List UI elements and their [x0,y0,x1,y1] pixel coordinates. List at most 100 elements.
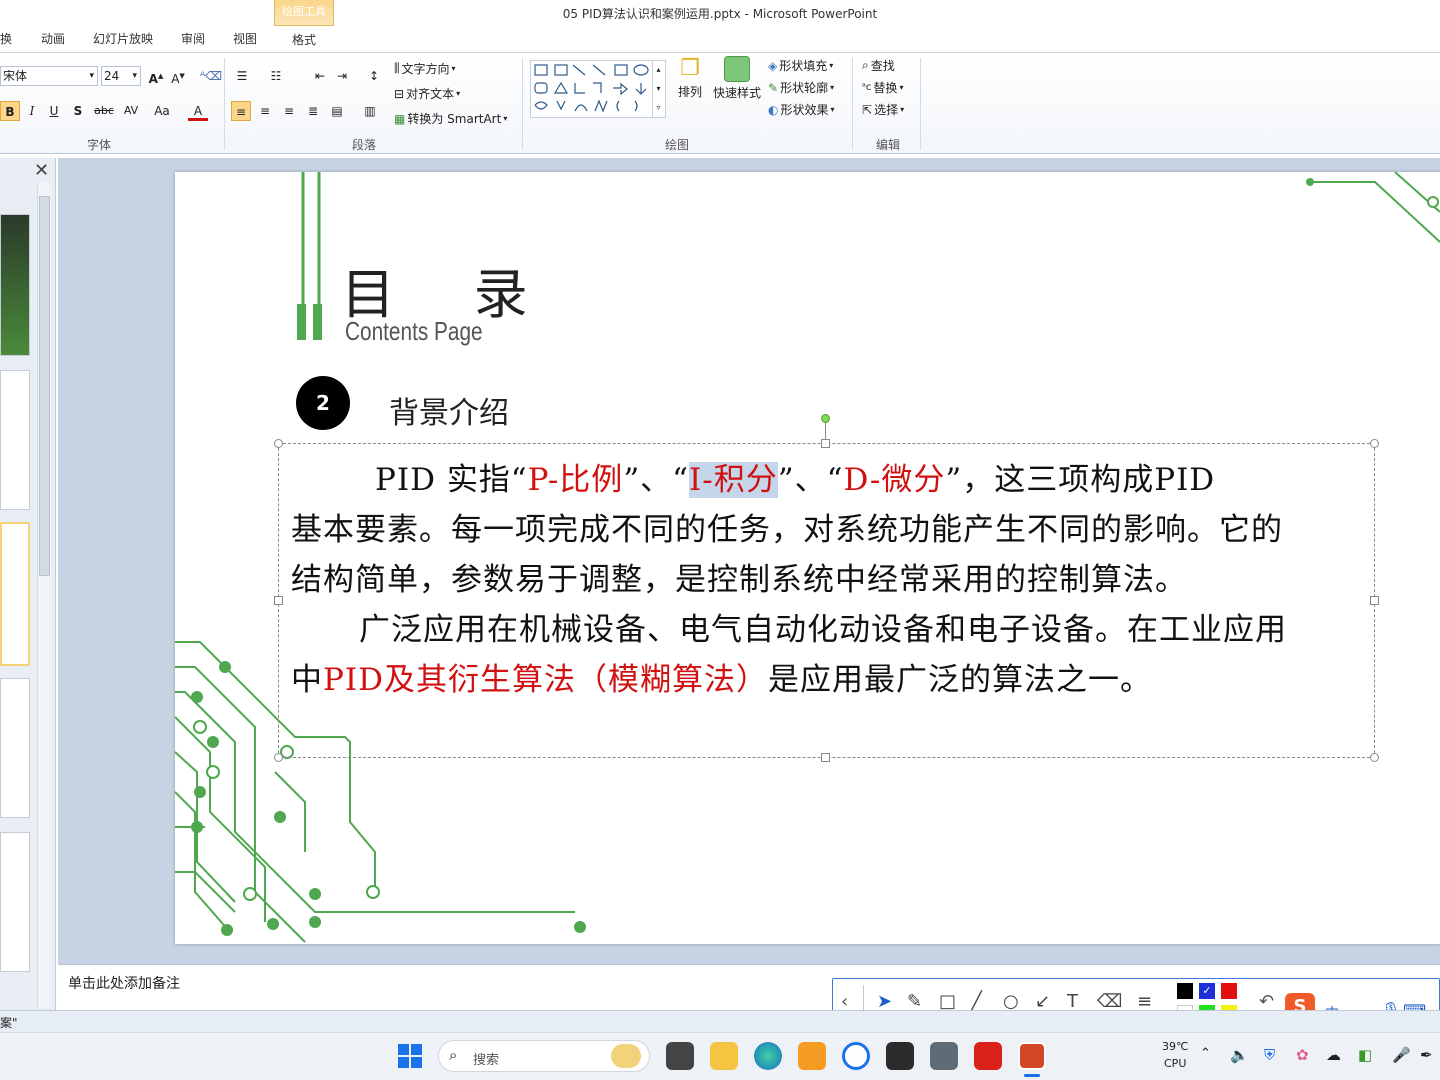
resize-handle[interactable] [274,753,283,762]
slide-thumbnail[interactable] [0,832,30,972]
replace-button[interactable]: ᵃc 替换 ▾ [862,79,903,96]
align-left-icon[interactable]: ≡ [231,101,251,121]
resize-handle[interactable] [1370,596,1379,605]
windows-start-icon[interactable] [398,1044,422,1068]
edge-browser-icon[interactable] [754,1042,782,1070]
taskbar-search[interactable]: ⌕ 搜索 [438,1040,650,1072]
text-direction-button[interactable]: ⫼ 文字方向 ▾ [394,60,456,77]
align-right-icon[interactable]: ≡ [279,101,299,121]
slide-thumbnail[interactable] [0,214,30,356]
quick-styles-button[interactable]: 快速样式 [712,56,762,101]
arrow-icon[interactable]: ↙ [1035,991,1050,1012]
circle-icon[interactable]: ○ [1003,991,1019,1012]
line-spacing-icon[interactable]: ↕ [364,66,384,86]
shadow-button[interactable]: S [68,101,88,121]
increase-indent-icon[interactable]: ⇥ [332,66,352,86]
pointer-icon[interactable]: ➤ [877,991,892,1012]
body-paragraph-line[interactable]: 广泛应用在机械设备、电气自动化动设备和电子设备。在工业应用 [359,604,1287,649]
pen-icon[interactable]: ✎ [907,991,922,1012]
powerpoint-icon[interactable] [1018,1042,1046,1070]
numbering-icon[interactable]: ☷ [266,66,286,86]
color-swatch-blue[interactable]: ✓ [1199,983,1215,999]
font-size-combo[interactable]: 24 ▾ [101,66,141,86]
find-button[interactable]: ⌕ 查找 [862,57,895,74]
underline-button[interactable]: U [44,101,64,121]
speaker-icon[interactable]: 🔈 [1230,1046,1249,1064]
decrease-indent-icon[interactable]: ⇤ [310,66,330,86]
smartart-button[interactable]: ▦ 转换为 SmartArt ▾ [394,110,507,127]
distribute-icon[interactable]: ▤ [327,101,347,121]
line-weight-icon[interactable]: ≡ [1137,991,1152,1012]
tab-transitions[interactable]: 换 [0,30,12,47]
sync-app-icon[interactable] [842,1042,870,1070]
shrink-font-icon[interactable]: A▼ [168,66,188,86]
rectangle-icon[interactable]: □ [939,991,956,1012]
line-icon[interactable]: ╱ [971,991,982,1012]
shape-fill-button[interactable]: ◈ 形状填充 ▾ [768,57,833,74]
resize-handle[interactable] [274,439,283,448]
resize-handle[interactable] [1370,753,1379,762]
body-paragraph-line[interactable]: 基本要素。每一项完成不同的任务，对系统功能产生不同的影响。它的 [291,504,1283,549]
pdf-reader-icon[interactable] [974,1042,1002,1070]
color-swatch-red[interactable] [1221,983,1237,999]
columns-icon[interactable]: ▥ [360,101,380,121]
cloud-app-icon[interactable] [798,1042,826,1070]
section-title[interactable]: 背景介绍 [389,388,509,432]
strikethrough-button[interactable]: abc [92,101,116,121]
slide[interactable]: 目 录 Contents Page 2 背景介绍 PID 实指“P-比例”、“I… [175,172,1440,944]
italic-button[interactable]: I [22,101,42,121]
resize-handle[interactable] [821,439,830,448]
calculator-icon[interactable] [930,1042,958,1070]
align-text-button[interactable]: ⊟ 对齐文本 ▾ [394,85,460,102]
color-swatch-black[interactable] [1177,983,1193,999]
eraser-icon[interactable]: ⌫ [1097,991,1122,1012]
cloud-offline-icon[interactable]: ☁ [1326,1046,1341,1064]
select-button[interactable]: ⇱ 选择 ▾ [862,101,904,118]
microphone-tray-icon[interactable]: 🎤 [1392,1046,1411,1064]
slide-subtitle[interactable]: Contents Page [345,316,483,347]
nvidia-icon[interactable]: ◧ [1358,1046,1372,1064]
char-spacing-button[interactable]: AV [118,101,144,121]
shapes-gallery[interactable] [530,60,666,118]
resize-handle[interactable] [1370,439,1379,448]
tab-review[interactable]: 审阅 [181,30,205,47]
clear-format-icon[interactable]: ᴬ⌫ [200,66,222,86]
rotate-handle[interactable] [821,414,830,423]
font-name-combo[interactable]: 宋体 ▾ [0,66,98,86]
tab-slideshow[interactable]: 幻灯片放映 [93,30,153,47]
resize-handle[interactable] [274,596,283,605]
body-paragraph-line[interactable]: PID 实指“P-比例”、“I-积分”、“D-微分”，这三项构成PID [375,454,1215,499]
body-paragraph-line[interactable]: 结构简单，参数易于调整，是控制系统中经常采用的控制算法。 [291,554,1187,599]
notes-placeholder[interactable]: 单击此处添加备注 [68,973,180,993]
tab-animations[interactable]: 动画 [41,30,65,47]
shape-outline-button[interactable]: ✎ 形状轮廓 ▾ [768,79,834,96]
arrange-button[interactable]: ❐ 排列 [672,56,708,100]
text-tool-icon[interactable]: T [1067,991,1078,1012]
body-paragraph-line[interactable]: 中PID及其衍生算法（模糊算法）是应用最广泛的算法之一。 [291,654,1152,699]
slide-thumbnail-selected[interactable] [0,522,30,666]
app-tray-icon[interactable]: ✿ [1296,1046,1309,1064]
tab-view[interactable]: 视图 [233,30,257,47]
tab-format[interactable]: 格式 [292,31,316,48]
justify-icon[interactable]: ≣ [303,101,323,121]
chevron-up-icon[interactable]: ⌃ [1200,1046,1211,1061]
task-view-icon[interactable] [666,1042,694,1070]
chevron-left-icon[interactable]: ‹ [841,991,848,1012]
file-explorer-icon[interactable] [710,1042,738,1070]
design-app-icon[interactable] [886,1042,914,1070]
bullets-icon[interactable]: ☰ [232,66,252,86]
font-color-button[interactable]: A [188,101,208,121]
pen-tray-icon[interactable]: ✒ [1420,1046,1433,1064]
slide-thumbnail[interactable] [0,370,30,510]
gallery-scroll[interactable]: ▴ ▾ ▿ [652,60,664,118]
shape-effects-button[interactable]: ◐ 形状效果 ▾ [768,101,835,118]
slide-thumbnail[interactable] [0,678,30,818]
grow-font-icon[interactable]: A▲ [146,66,166,86]
thumbnail-scrollbar[interactable] [37,182,51,1008]
shield-icon[interactable]: ⛨ [1264,1046,1275,1064]
scrollbar-thumb[interactable] [39,196,50,576]
close-pane-icon[interactable]: ✕ [34,160,49,181]
undo-icon[interactable]: ↶ [1259,991,1274,1012]
resize-handle[interactable] [821,753,830,762]
align-center-icon[interactable]: ≡ [255,101,275,121]
